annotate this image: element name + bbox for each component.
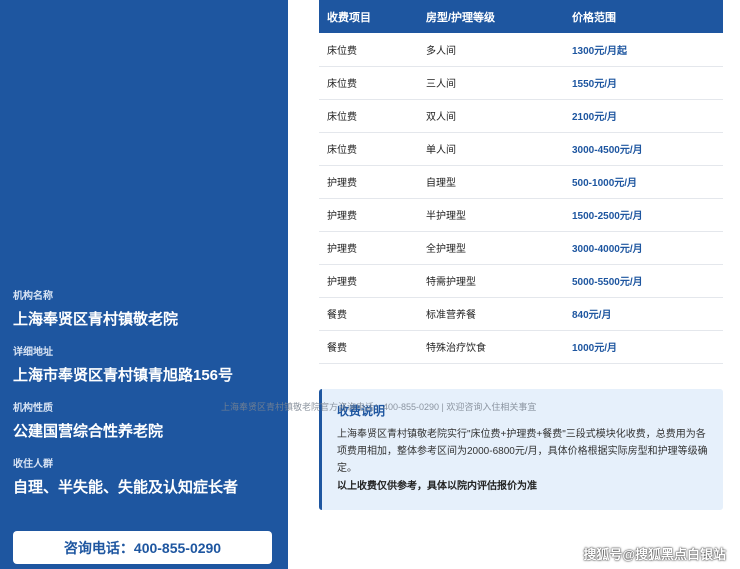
cell-item: 床位费 <box>319 33 426 67</box>
info-type: 机构性质 公建国营综合性养老院 <box>13 399 163 441</box>
cell-item: 餐费 <box>319 297 426 331</box>
cell-room: 自理型 <box>426 165 572 199</box>
info-label: 收住人群 <box>13 459 53 470</box>
table-row: 床位费 三人间 1550元/月 <box>319 66 723 100</box>
table-row: 床位费 多人间 1300元/月起 <box>319 33 723 67</box>
cell-price: 1500-2500元/月 <box>572 198 723 232</box>
cell-room: 标准营养餐 <box>426 297 572 331</box>
cell-item: 护理费 <box>319 165 426 199</box>
cell-item: 护理费 <box>319 198 426 232</box>
table-row: 餐费 标准营养餐 840元/月 <box>319 297 723 331</box>
watermark: 搜狐号@搜狐黑点白银站 <box>583 547 726 562</box>
right-content-panel: 收费项目 房型/护理等级 价格范围 床位费 多人间 1300元/月起 床位费 三… <box>288 0 740 569</box>
cell-item: 护理费 <box>319 264 426 298</box>
table-row: 床位费 单人间 3000-4500元/月 <box>319 132 723 166</box>
cell-item: 护理费 <box>319 231 426 265</box>
cell-price: 3000-4500元/月 <box>572 132 723 166</box>
cell-price: 500-1000元/月 <box>572 165 723 199</box>
table-row: 床位费 双人间 2100元/月 <box>319 99 723 133</box>
info-value: 上海奉贤区青村镇敬老院 <box>13 311 179 328</box>
cell-room: 半护理型 <box>426 198 572 232</box>
cell-room: 双人间 <box>426 99 572 133</box>
cell-price: 840元/月 <box>572 297 723 331</box>
info-label: 详细地址 <box>13 347 53 358</box>
cell-price: 1300元/月起 <box>572 33 723 67</box>
column-header-price: 价格范围 <box>572 0 723 33</box>
cell-room: 全护理型 <box>426 231 572 265</box>
info-address: 详细地址 上海市奉贤区青村镇青旭路156号 <box>13 343 233 385</box>
info-label: 机构名称 <box>13 291 53 302</box>
cell-price: 3000-4000元/月 <box>572 231 723 265</box>
table-header-row: 收费项目 房型/护理等级 价格范围 <box>319 0 723 33</box>
cell-room: 特殊治疗饮食 <box>426 330 572 364</box>
cell-room: 三人间 <box>426 66 572 100</box>
cell-item: 餐费 <box>319 330 426 364</box>
price-table: 收费项目 房型/护理等级 价格范围 床位费 多人间 1300元/月起 床位费 三… <box>319 0 723 364</box>
info-value: 公建国营综合性养老院 <box>13 423 164 440</box>
column-header-room: 房型/护理等级 <box>426 0 572 33</box>
cell-room: 特需护理型 <box>426 264 572 298</box>
cell-price: 1550元/月 <box>572 66 723 100</box>
table-row: 护理费 自理型 500-1000元/月 <box>319 165 723 199</box>
cell-item: 床位费 <box>319 66 426 100</box>
cell-item: 床位费 <box>319 99 426 133</box>
cell-room: 多人间 <box>426 33 572 67</box>
info-label: 机构性质 <box>13 403 53 414</box>
info-value: 上海市奉贤区青村镇青旭路156号 <box>13 367 234 384</box>
info-value: 自理、半失能、失能及认知症长者 <box>13 479 239 496</box>
overlay-contact-line: 上海奉贤区青村镇敬老院官方咨询电话：400-855-0290 | 欢迎咨询入住相… <box>221 402 537 412</box>
note-text: 上海奉贤区青村镇敬老院实行"床位费+护理费+餐费"三段式模块化收费，总费用为各项… <box>337 429 708 474</box>
table-row: 护理费 全护理型 3000-4000元/月 <box>319 231 723 265</box>
left-info-panel: 机构名称 上海奉贤区青村镇敬老院 详细地址 上海市奉贤区青村镇青旭路156号 机… <box>0 0 288 569</box>
note-disclaimer: 以上收费仅供参考，具体以院内评估报价为准 <box>337 481 537 492</box>
info-residents: 收住人群 自理、半失能、失能及认知症长者 <box>13 455 238 497</box>
table-row: 护理费 半护理型 1500-2500元/月 <box>319 198 723 232</box>
cell-price: 2100元/月 <box>572 99 723 133</box>
consult-phone-button[interactable]: 咨询电话：400-855-0290 <box>13 531 272 564</box>
cell-price: 1000元/月 <box>572 330 723 364</box>
cell-room: 单人间 <box>426 132 572 166</box>
column-header-item: 收费项目 <box>319 0 426 33</box>
table-row: 护理费 特需护理型 5000-5500元/月 <box>319 264 723 298</box>
page: 机构名称 上海奉贤区青村镇敬老院 详细地址 上海市奉贤区青村镇青旭路156号 机… <box>0 0 740 569</box>
cell-price: 5000-5500元/月 <box>572 264 723 298</box>
info-name: 机构名称 上海奉贤区青村镇敬老院 <box>13 287 178 329</box>
table-row: 餐费 特殊治疗饮食 1000元/月 <box>319 330 723 364</box>
cell-item: 床位费 <box>319 132 426 166</box>
